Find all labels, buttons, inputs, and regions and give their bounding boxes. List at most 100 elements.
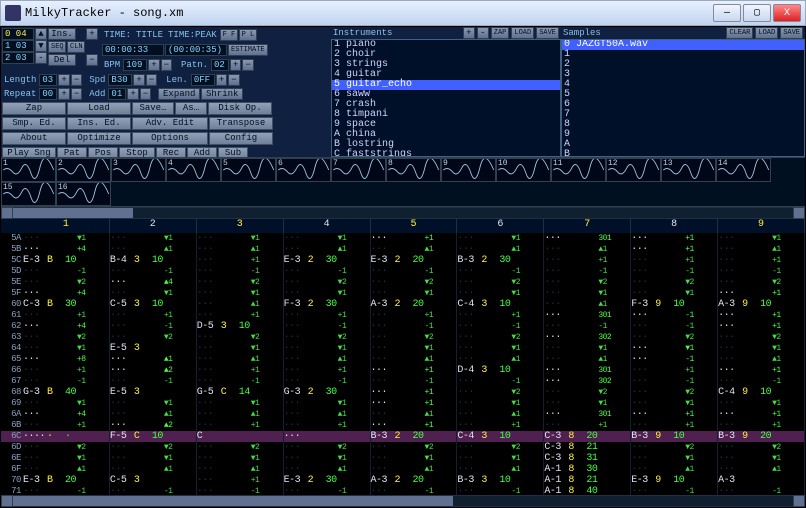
pattern-cell[interactable]: F-5C10 <box>110 431 197 442</box>
del-button[interactable]: Del <box>48 54 76 66</box>
pattern-cell[interactable]: ···+1 <box>631 409 718 420</box>
pattern-cell[interactable]: B-3230 <box>457 255 544 266</box>
pattern-cell[interactable]: ···+4 <box>23 288 110 299</box>
pattern-cell[interactable]: ···-1 <box>284 266 371 277</box>
instrument-list[interactable]: 1 piano2 choir3 strings4 guitar5 guitar_… <box>331 39 561 157</box>
pattern-cell[interactable]: ···-1 <box>110 266 197 277</box>
pattern-cell[interactable]: A-3220 <box>371 475 458 486</box>
pattern-cell[interactable]: D-4310 <box>457 365 544 376</box>
sample-item[interactable]: 6 <box>562 100 804 110</box>
pattern-cell[interactable]: ···-1 <box>371 266 458 277</box>
samp-load-button[interactable]: LOAD <box>755 27 778 39</box>
pattern-cell[interactable]: ···▲1 <box>371 244 458 255</box>
pattern-cell[interactable]: ···▼2 <box>631 332 718 343</box>
order-ff-button[interactable]: - <box>35 52 47 64</box>
repeat-plus[interactable]: + <box>58 88 69 100</box>
pattern-cell[interactable]: ···▼1 <box>197 233 284 244</box>
length-plus[interactable]: + <box>58 74 69 86</box>
pattern-cell[interactable]: ···▲1 <box>284 244 371 255</box>
pattern-cell[interactable]: ···301 <box>544 409 631 420</box>
sample-item[interactable]: 8 <box>562 120 804 130</box>
pattern-cell[interactable]: E-3220 <box>371 255 458 266</box>
pattern-cell[interactable]: ···▲1 <box>284 464 371 475</box>
sample-item[interactable]: 7 <box>562 110 804 120</box>
pattern-cell[interactable]: ···▼1 <box>718 398 805 409</box>
saveas-button[interactable]: As… <box>175 102 207 115</box>
load-button[interactable]: Load <box>67 102 131 115</box>
pattern-cell[interactable]: ···▼2 <box>457 332 544 343</box>
pattern-cell[interactable]: ···-1 <box>631 354 718 365</box>
pattern-cell[interactable]: ···▼1 <box>631 288 718 299</box>
pattern-cell[interactable]: A-3 <box>718 475 805 486</box>
pattern-cell[interactable]: ···▼1 <box>197 343 284 354</box>
pattern-cell[interactable]: ···-1 <box>457 321 544 332</box>
pattern-cell[interactable]: ···+1 <box>544 420 631 431</box>
pattern-cell[interactable]: ···▼2 <box>457 277 544 288</box>
pattern-row[interactable]: 71···-1···-1···-1···-1···-1···-1A-1840··… <box>1 486 805 495</box>
patn-plus[interactable]: + <box>230 59 241 71</box>
pattern-cell[interactable]: ···▼1 <box>284 398 371 409</box>
channel-header[interactable]: 6 <box>457 219 544 233</box>
optimize-button[interactable]: Optimize <box>67 132 131 145</box>
pattern-cell[interactable]: C-4910 <box>718 387 805 398</box>
cln-button[interactable]: CLN <box>67 41 85 53</box>
pattern-cell[interactable]: E-53 <box>110 343 197 354</box>
pattern-cell[interactable]: ···-1 <box>631 376 718 387</box>
insed-button[interactable]: Ins. Ed. <box>67 117 131 130</box>
pattern-cell[interactable]: ···-1 <box>631 321 718 332</box>
pattern-cell[interactable]: ···▼1 <box>110 233 197 244</box>
sample-item[interactable]: B <box>562 150 804 157</box>
scope-channel[interactable]: 13 <box>661 158 716 182</box>
channel-header[interactable]: 1 <box>23 219 110 233</box>
scope-channel[interactable]: 6 <box>276 158 331 182</box>
pattern-cell[interactable]: ···+4 <box>23 321 110 332</box>
pattern-row[interactable]: 6B···+1···▲2···+1···+1···+1···+1···+1···… <box>1 420 805 431</box>
channel-header[interactable]: 8 <box>631 219 718 233</box>
sample-item[interactable]: 2 <box>562 60 804 70</box>
pattern-cell[interactable]: ···-1 <box>631 310 718 321</box>
bpm-plus[interactable]: + <box>148 59 159 71</box>
pattern-row[interactable]: 68G-3B40E-53G-5C14G-3230···+1···▼2···▼2·… <box>1 387 805 398</box>
pattern-cell[interactable]: G-3230 <box>284 387 371 398</box>
len-plus[interactable]: + <box>216 74 227 86</box>
pattern-cell[interactable]: A-3220 <box>371 299 458 310</box>
pattern-cell[interactable]: ···-1 <box>23 486 110 495</box>
scroll-right-button[interactable] <box>793 207 805 219</box>
scope-scrollbar[interactable] <box>1 207 805 219</box>
spd-plus[interactable]: + <box>133 74 144 86</box>
pattern-row[interactable]: 5F···+4···▼1···▼1···▼1···▼1···▼1···▼1···… <box>1 288 805 299</box>
pattern-cell[interactable]: ···▼2 <box>631 277 718 288</box>
pattern-cell[interactable]: ···▼2 <box>110 332 197 343</box>
order-row-1[interactable]: 1 03 <box>2 40 34 52</box>
pl-button[interactable]: P L <box>239 29 257 41</box>
close-button[interactable]: X <box>773 4 801 22</box>
scope-channel[interactable]: 1 <box>1 158 56 182</box>
pattern-cell[interactable]: ···▼2 <box>631 387 718 398</box>
channel-header[interactable]: 5 <box>371 219 458 233</box>
scope-channel[interactable]: 5 <box>221 158 276 182</box>
pattern-cell[interactable]: ···+1 <box>631 365 718 376</box>
adved-button[interactable]: Adv. Edit <box>132 117 208 130</box>
pattern-cell[interactable]: ···-1 <box>110 321 197 332</box>
pattern-row[interactable]: 62···+4···-1D-5310···-1···-1···-1···-1··… <box>1 321 805 332</box>
pattern-cell[interactable]: ···-1 <box>110 376 197 387</box>
pattern-cell[interactable]: ···+4 <box>23 409 110 420</box>
scope-channel[interactable]: 12 <box>606 158 661 182</box>
pattern-cell[interactable]: A-1840 <box>544 486 631 495</box>
scroll-left-button[interactable] <box>1 207 13 219</box>
pattern-cell[interactable]: ···+1 <box>457 420 544 431</box>
pattern-cell[interactable]: ···▼1 <box>110 398 197 409</box>
pattern-cell[interactable]: ···+1 <box>197 475 284 486</box>
pattern-cell[interactable]: ···302 <box>544 332 631 343</box>
pattern-cell[interactable]: ···▼2 <box>457 442 544 453</box>
pattern-cell[interactable]: ···-1 <box>631 266 718 277</box>
pattern-cell[interactable]: F-3910 <box>631 299 718 310</box>
pattern-cell[interactable]: ······ <box>23 431 110 442</box>
pattern-cell[interactable]: C-4310 <box>457 299 544 310</box>
pattern-cell[interactable]: ··· <box>284 431 371 442</box>
pattern-cell[interactable]: C-3821 <box>544 442 631 453</box>
pattern-cell[interactable]: ···▼2 <box>371 332 458 343</box>
length-minus[interactable]: − <box>71 74 82 86</box>
pattern-cell[interactable]: ···▼2 <box>718 442 805 453</box>
pattern-cell[interactable]: ···▼1 <box>284 233 371 244</box>
